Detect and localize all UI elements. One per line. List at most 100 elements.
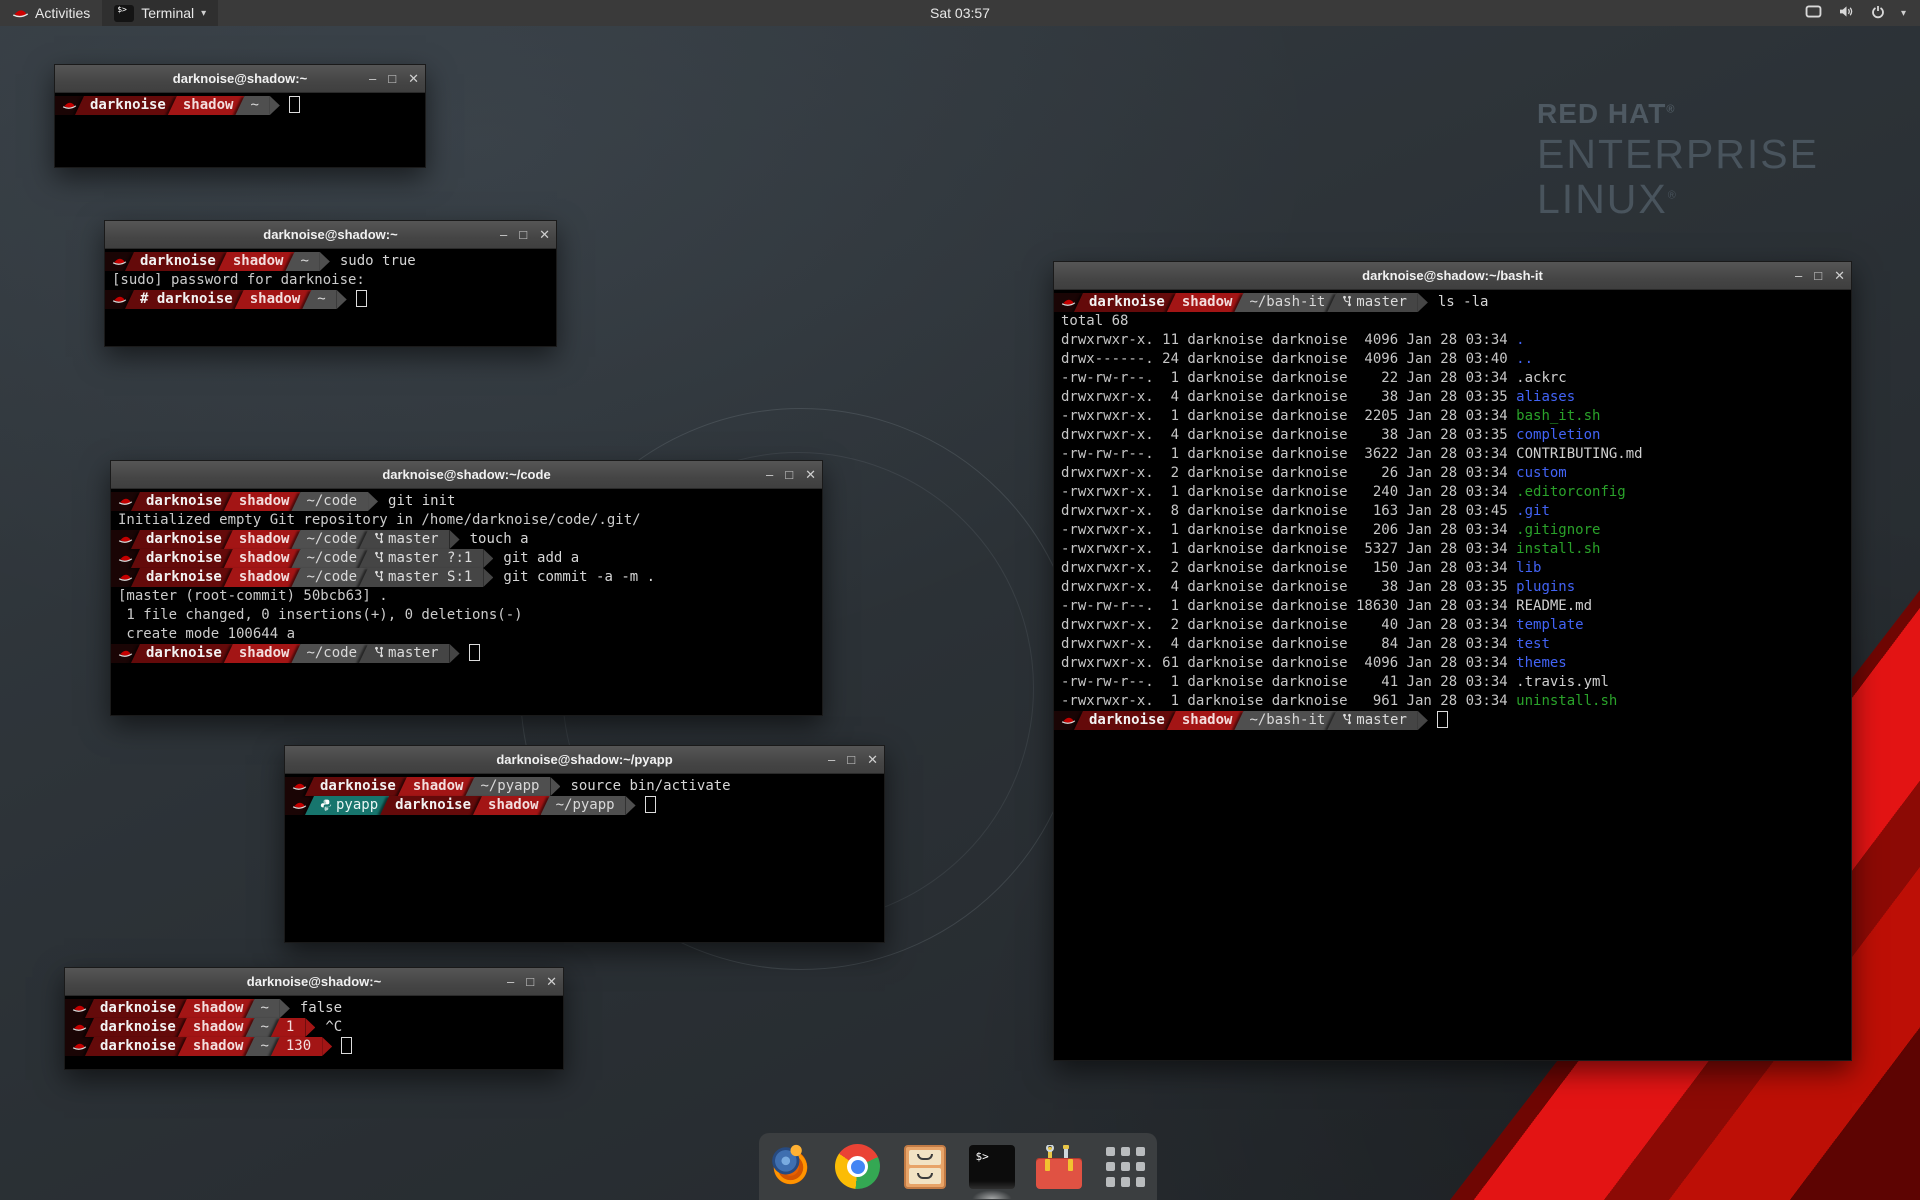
maximize-button[interactable]: □	[388, 71, 396, 86]
prompt-arrow-icon	[368, 492, 378, 511]
prompt-line: darknoiseshadow~/codegit init	[111, 492, 822, 511]
ls-row: drwxrwxr-x. 61 darknoise darknoise 4096 …	[1054, 654, 1851, 673]
close-button[interactable]: ✕	[867, 752, 878, 768]
close-button[interactable]: ✕	[546, 974, 557, 990]
ls-row: -rw-rw-r--. 1 darknoise darknoise 22 Jan…	[1054, 369, 1851, 388]
prompt-segment-user: darknoise	[85, 1018, 187, 1037]
prompt-segment-path: ~/code	[291, 549, 368, 568]
maximize-button[interactable]: □	[1814, 268, 1822, 283]
window-title: darknoise@shadow:~	[263, 227, 397, 242]
prompt-segment-host: shadow	[224, 549, 301, 568]
clock[interactable]: Sat 03:57	[0, 5, 1920, 21]
file-name: .	[1516, 332, 1524, 348]
terminal-window-home-2[interactable]: darknoise@shadow:~ –□✕ darknoiseshadow~f…	[64, 967, 564, 1070]
window-titlebar[interactable]: darknoise@shadow:~/code –□✕	[111, 461, 822, 489]
prompt-line: darknoiseshadow~/codemaster	[111, 644, 822, 663]
terminal-cursor	[1437, 711, 1448, 728]
file-name: themes	[1516, 655, 1567, 671]
activities-label: Activities	[35, 5, 90, 21]
prompt-arrow-icon	[1418, 711, 1428, 730]
prompt-arrow-icon	[280, 999, 290, 1018]
prompt-segment-path: ~/pyapp	[465, 777, 550, 796]
dock-files-icon[interactable]	[900, 1139, 950, 1195]
terminal-window-bash-it[interactable]: darknoise@shadow:~/bash-it –□✕ darknoise…	[1053, 261, 1852, 1061]
prompt-segment-host: shadow	[398, 777, 475, 796]
close-button[interactable]: ✕	[1834, 268, 1845, 284]
prompt-line: # darknoiseshadow~	[105, 290, 556, 309]
prompt-segment-host: shadow	[1167, 293, 1244, 312]
terminal-content[interactable]: darknoiseshadow~/pyappsource bin/activat…	[285, 774, 884, 942]
prompt-line: darknoiseshadow~/bash-itmasterls -la	[1054, 293, 1851, 312]
window-titlebar[interactable]: darknoise@shadow:~/bash-it –□✕	[1054, 262, 1851, 290]
minimize-button[interactable]: –	[1795, 268, 1802, 283]
maximize-button[interactable]: □	[519, 227, 527, 242]
file-name: .ackrc	[1516, 370, 1567, 386]
terminal-window-code[interactable]: darknoise@shadow:~/code –□✕ darknoisesha…	[110, 460, 823, 716]
close-button[interactable]: ✕	[805, 467, 816, 483]
ls-row: drwxrwxr-x. 4 darknoise darknoise 38 Jan…	[1054, 578, 1851, 597]
ls-row: drwxrwxr-x. 2 darknoise darknoise 26 Jan…	[1054, 464, 1851, 483]
minimize-button[interactable]: –	[766, 467, 773, 482]
dock-chrome-icon[interactable]	[833, 1139, 883, 1195]
ls-row: -rwxrwxr-x. 1 darknoise darknoise 206 Ja…	[1054, 521, 1851, 540]
activities-button[interactable]: Activities	[0, 0, 102, 26]
terminal-cursor	[469, 644, 480, 661]
terminal-window-pyapp[interactable]: darknoise@shadow:~/pyapp –□✕ darknoisesh…	[284, 745, 885, 943]
ls-row: -rw-rw-r--. 1 darknoise darknoise 18630 …	[1054, 597, 1851, 616]
output-line: 1 file changed, 0 insertions(+), 0 delet…	[111, 606, 822, 625]
prompt-line: darknoiseshadow~/pyappsource bin/activat…	[285, 777, 884, 796]
top-bar: Activities $> Terminal ▾ Sat 03:57 ▾	[0, 0, 1920, 26]
prompt-segment-host: shadow	[178, 1018, 255, 1037]
prompt-arrow-icon	[450, 530, 460, 549]
dock-toolbox-icon[interactable]	[1034, 1139, 1084, 1195]
window-titlebar[interactable]: darknoise@shadow:~ –□ ✕	[105, 221, 556, 249]
ls-row: drwxrwxr-x. 4 darknoise darknoise 38 Jan…	[1054, 426, 1851, 445]
prompt-segment-branch: master	[1327, 711, 1418, 730]
system-menu-chevron-icon[interactable]: ▾	[1901, 8, 1906, 19]
command-text: ^C	[315, 1019, 342, 1035]
window-titlebar[interactable]: darknoise@shadow:~ –□✕	[65, 968, 563, 996]
prompt-arrow-icon	[320, 252, 330, 271]
terminal-content[interactable]: darknoiseshadow~falsedarknoiseshadow~1^C…	[65, 996, 563, 1069]
minimize-button[interactable]: –	[500, 227, 507, 242]
file-name: plugins	[1516, 579, 1575, 595]
close-button[interactable]: ✕	[539, 227, 550, 243]
minimize-button[interactable]: –	[507, 974, 514, 989]
file-name: .editorconfig	[1516, 484, 1626, 500]
prompt-arrow-icon	[626, 796, 636, 815]
terminal-cursor	[341, 1037, 352, 1054]
dock-app-grid-icon[interactable]	[1101, 1139, 1151, 1195]
dock-firefox-icon[interactable]	[766, 1139, 816, 1195]
power-icon[interactable]	[1871, 5, 1885, 22]
rhel-logo-line1: RED HAT®	[1537, 100, 1819, 128]
dock-terminal-icon[interactable]: $>	[967, 1139, 1017, 1195]
prompt-line: darknoiseshadow~130	[65, 1037, 563, 1056]
volume-icon[interactable]	[1838, 5, 1855, 21]
file-name: ..	[1516, 351, 1533, 367]
prompt-line: darknoiseshadow~sudo true	[105, 252, 556, 271]
file-name: uninstall.sh	[1516, 693, 1617, 709]
terminal-cursor	[645, 796, 656, 813]
ls-row: drwxrwxr-x. 2 darknoise darknoise 40 Jan…	[1054, 616, 1851, 635]
maximize-button[interactable]: □	[785, 467, 793, 482]
file-name: custom	[1516, 465, 1567, 481]
terminal-window-home-1[interactable]: darknoise@shadow:~ –□✕ darknoiseshadow~	[54, 64, 426, 168]
terminal-content[interactable]: darknoiseshadow~/codegit initInitialized…	[111, 489, 822, 715]
minimize-button[interactable]: –	[828, 752, 835, 767]
terminal-content[interactable]: darknoiseshadow~/bash-itmasterls -latota…	[1054, 290, 1851, 1060]
terminal-window-sudo[interactable]: darknoise@shadow:~ –□ ✕ darknoiseshadow~s…	[104, 220, 557, 347]
close-button[interactable]: ✕	[408, 71, 419, 87]
window-titlebar[interactable]: darknoise@shadow:~ –□✕	[55, 65, 425, 93]
prompt-arrow-icon	[450, 644, 460, 663]
app-menu-terminal[interactable]: $> Terminal ▾	[102, 0, 218, 26]
maximize-button[interactable]: □	[526, 974, 534, 989]
prompt-segment-exit: 1	[271, 1018, 305, 1037]
window-titlebar[interactable]: darknoise@shadow:~/pyapp –□✕	[285, 746, 884, 774]
maximize-button[interactable]: □	[847, 752, 855, 767]
terminal-content[interactable]: darknoiseshadow~	[55, 93, 425, 167]
display-icon[interactable]	[1805, 5, 1822, 21]
prompt-segment-path: ~/code	[291, 568, 368, 587]
minimize-button[interactable]: –	[369, 71, 376, 86]
terminal-content[interactable]: darknoiseshadow~sudo true[sudo] password…	[105, 249, 556, 346]
prompt-arrow-icon	[322, 1037, 332, 1056]
